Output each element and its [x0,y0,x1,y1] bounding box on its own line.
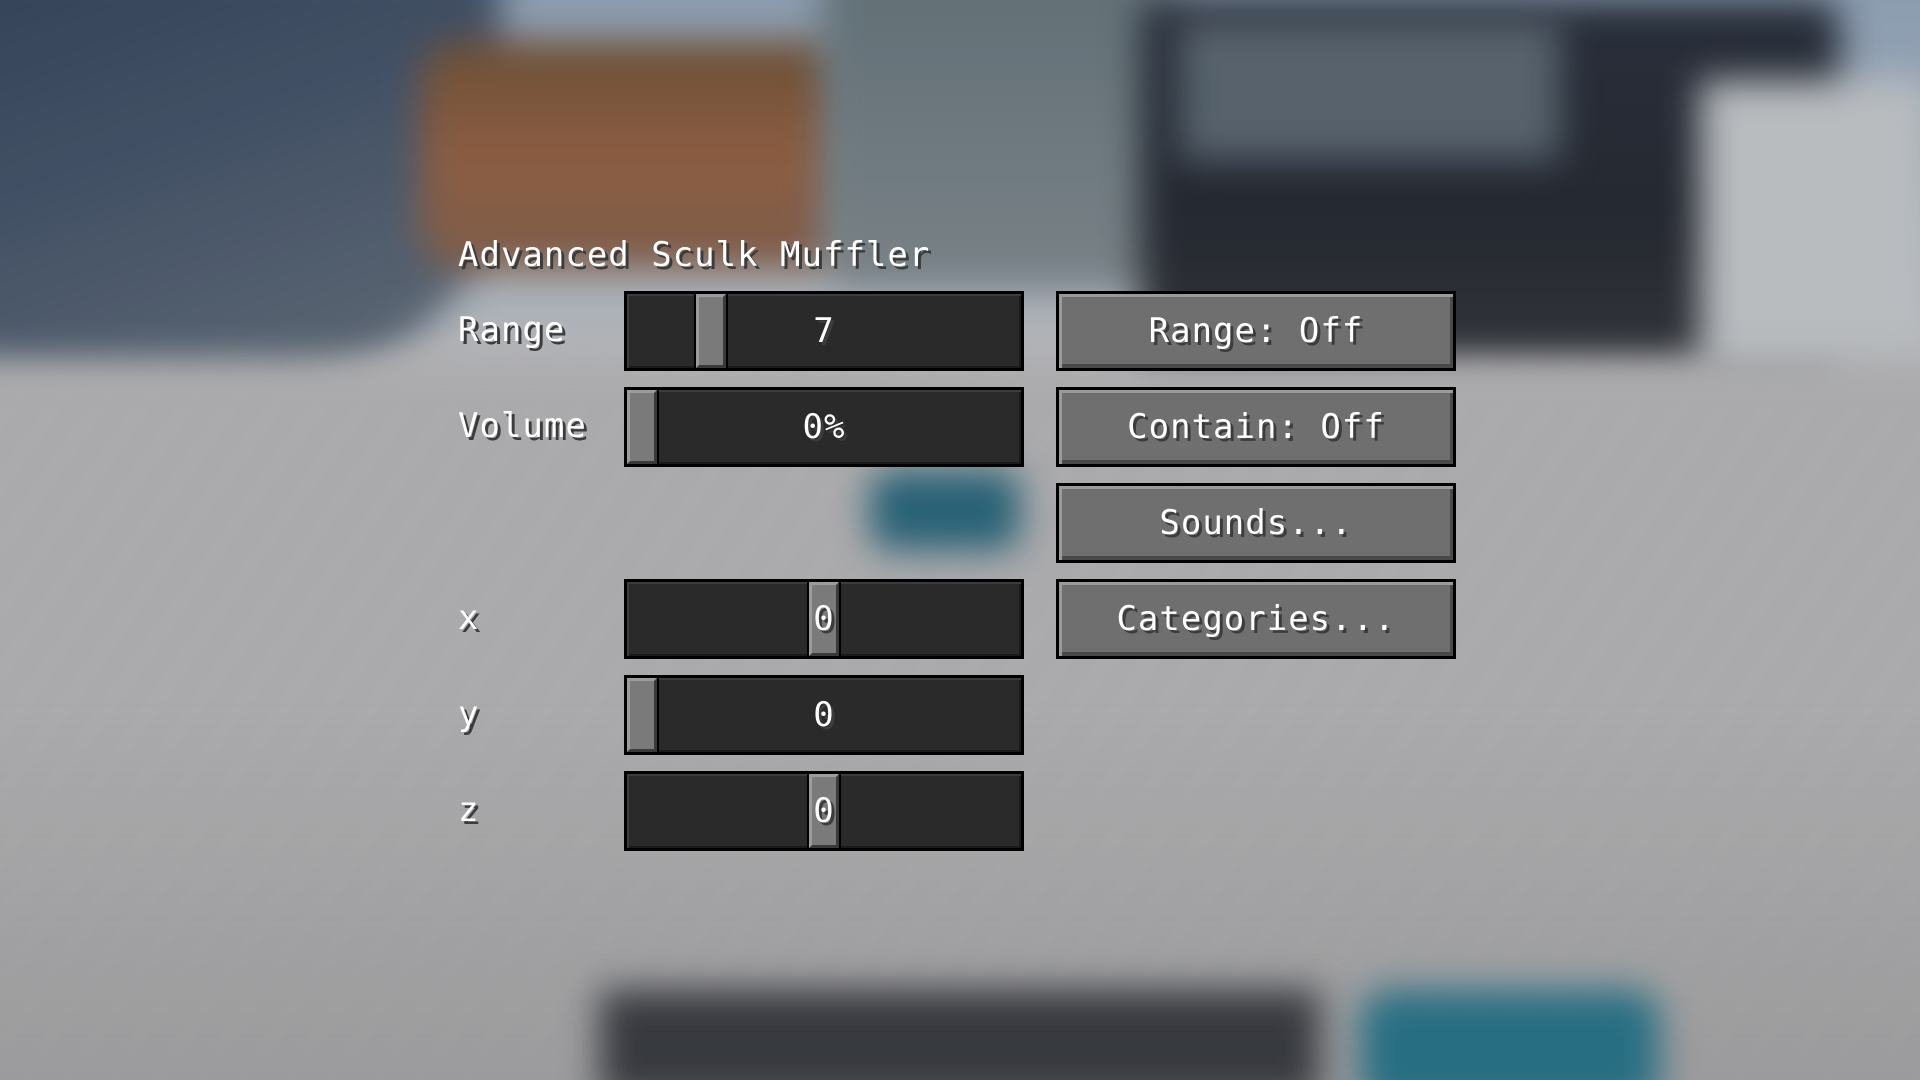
z-offset-label: z [458,790,480,830]
sounds-button[interactable]: Sounds... [1056,483,1456,563]
volume-slider-value: 0% [802,407,846,447]
volume-label: Volume [458,406,587,446]
x-offset-label: x [458,598,480,638]
screen-title: Advanced Sculk Muffler [458,235,931,275]
range-slider-value: 7 [813,311,835,351]
y-offset-slider-value: 0 [813,695,835,735]
range-label: Range [458,310,566,350]
muffler-settings-screen: Advanced Sculk Muffler Range 7 Volume 0%… [0,0,1920,1080]
x-offset-slider[interactable]: 0 [624,579,1024,659]
volume-slider[interactable]: 0% [624,387,1024,467]
range-toggle-button[interactable]: Range: Off [1056,291,1456,371]
z-offset-slider-value: 0 [813,791,835,831]
range-slider[interactable]: 7 [624,291,1024,371]
contain-toggle-button[interactable]: Contain: Off [1056,387,1456,467]
categories-button[interactable]: Categories... [1056,579,1456,659]
y-offset-label: y [458,694,480,734]
z-offset-slider[interactable]: 0 [624,771,1024,851]
x-offset-slider-value: 0 [813,599,835,639]
y-offset-slider[interactable]: 0 [624,675,1024,755]
